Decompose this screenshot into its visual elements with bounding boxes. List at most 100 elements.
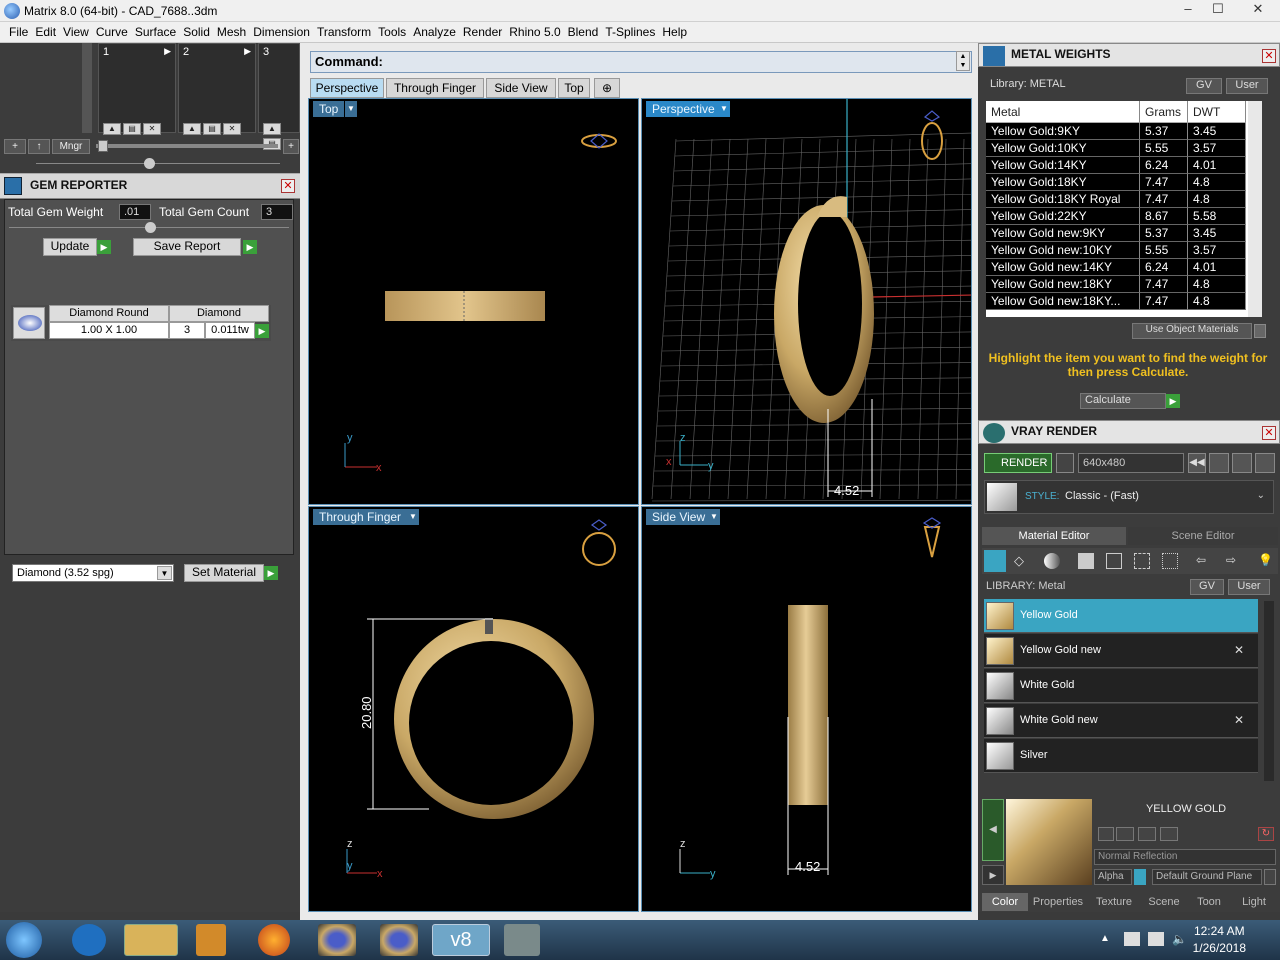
menu-blend[interactable]: Blend bbox=[565, 22, 603, 39]
pattern-tool-icon[interactable] bbox=[1106, 553, 1122, 569]
menu-surface[interactable]: Surface bbox=[132, 22, 180, 39]
clock[interactable]: 12:24 AM 1/26/2018 bbox=[1193, 923, 1246, 957]
save-icon[interactable]: ▤ bbox=[203, 123, 221, 135]
material-item[interactable]: Silver bbox=[984, 739, 1258, 773]
menu-solid[interactable]: Solid bbox=[180, 22, 214, 39]
save-icon[interactable] bbox=[1098, 827, 1114, 841]
close-icon[interactable]: ✕ bbox=[1262, 49, 1276, 63]
column-dwt[interactable]: DWT bbox=[1188, 101, 1246, 123]
network-icon[interactable] bbox=[1148, 932, 1164, 946]
collapse-left-icon[interactable]: ◀ bbox=[982, 799, 1004, 861]
matrix-v8-icon[interactable]: v8 bbox=[432, 924, 490, 956]
table-row[interactable]: Yellow Gold:9KY 5.37 3.45 bbox=[986, 123, 1262, 140]
collapse-icon[interactable] bbox=[145, 222, 156, 233]
internet-explorer-icon[interactable] bbox=[72, 924, 106, 956]
add-icon[interactable]: + bbox=[283, 139, 299, 154]
menu-mesh[interactable]: Mesh bbox=[214, 22, 250, 39]
render-button[interactable]: RENDER bbox=[984, 453, 1052, 473]
play-icon[interactable]: ▶ bbox=[244, 46, 251, 57]
close-icon[interactable]: ✕ bbox=[281, 179, 295, 193]
export-icon[interactable] bbox=[1160, 827, 1178, 841]
ring-app-icon[interactable] bbox=[380, 924, 418, 956]
rewind-icon[interactable]: ◀◀ bbox=[1188, 453, 1206, 473]
tab-scene[interactable]: Scene bbox=[1142, 893, 1186, 911]
collapse-icon[interactable] bbox=[144, 158, 155, 169]
tab-toon[interactable]: Toon bbox=[1188, 893, 1230, 911]
add-layer-button[interactable]: + bbox=[4, 139, 26, 154]
menu-transform[interactable]: Transform bbox=[314, 22, 375, 39]
layer-slot-2[interactable]: 2 ▶ ▲ ▤ ✕ bbox=[178, 43, 256, 135]
volume-icon[interactable]: 🔈 bbox=[1172, 932, 1188, 946]
close-button[interactable]: ✕ bbox=[1236, 0, 1280, 20]
column-grams[interactable]: Grams bbox=[1140, 101, 1188, 123]
viewport-perspective[interactable]: 4.52 y z x Perspective ▼ bbox=[641, 98, 972, 505]
up-icon[interactable]: ▲ bbox=[263, 123, 281, 135]
start-button[interactable] bbox=[6, 922, 42, 958]
table-row[interactable]: Yellow Gold:14KY 6.24 4.01 bbox=[986, 157, 1262, 174]
alpha-toggle[interactable] bbox=[1134, 869, 1146, 885]
export-icon[interactable]: ⇨ bbox=[1226, 553, 1244, 569]
play-icon[interactable]: ▶ bbox=[255, 324, 269, 338]
tab-scene-editor[interactable]: Scene Editor bbox=[1128, 527, 1278, 545]
menu-dimension[interactable]: Dimension bbox=[250, 22, 314, 39]
gem-tool-icon[interactable]: ◇ bbox=[1014, 553, 1030, 569]
metal-table-scrollbar[interactable] bbox=[1248, 101, 1262, 317]
file-explorer-icon[interactable] bbox=[124, 924, 178, 956]
ground-plane-checkbox[interactable] bbox=[1264, 869, 1276, 885]
tab-through-finger[interactable]: Through Finger bbox=[386, 78, 484, 98]
menu-file[interactable]: File bbox=[6, 22, 32, 39]
material-select[interactable]: Diamond (3.52 spg) bbox=[12, 564, 174, 582]
camera-icon[interactable] bbox=[1056, 453, 1074, 473]
settings-grid-icon[interactable] bbox=[1255, 453, 1275, 473]
menu-view[interactable]: View bbox=[60, 22, 93, 39]
material-item[interactable]: White Gold new ✕ bbox=[984, 704, 1258, 738]
menu-edit[interactable]: Edit bbox=[32, 22, 60, 39]
grid-view-icon[interactable] bbox=[1209, 453, 1229, 473]
refresh-icon[interactable]: ↻ bbox=[1258, 827, 1274, 841]
up-icon[interactable]: ▲ bbox=[103, 123, 121, 135]
layer-slider-handle[interactable] bbox=[98, 140, 108, 152]
play-icon[interactable]: ▶ bbox=[97, 240, 111, 254]
layer-scrollbar[interactable] bbox=[82, 43, 92, 133]
save-icon[interactable]: ▤ bbox=[123, 123, 141, 135]
remove-icon[interactable]: ✕ bbox=[1234, 643, 1244, 657]
material-item[interactable]: White Gold bbox=[984, 669, 1258, 703]
import-icon[interactable] bbox=[1138, 827, 1156, 841]
tray-expand-icon[interactable]: ▲ bbox=[1100, 933, 1110, 944]
tab-properties[interactable]: Properties bbox=[1030, 893, 1086, 911]
copy-icon[interactable] bbox=[1116, 827, 1134, 841]
table-row[interactable]: Yellow Gold new:18KY 7.47 4.8 bbox=[986, 276, 1262, 293]
diamond-thumbnail[interactable] bbox=[13, 307, 45, 339]
table-row[interactable]: Yellow Gold new:9KY 5.37 3.45 bbox=[986, 225, 1262, 242]
menu-analyze[interactable]: Analyze bbox=[410, 22, 460, 39]
viewport-top[interactable]: Top ▼ x y bbox=[308, 98, 639, 505]
table-row[interactable]: Yellow Gold:10KY 5.55 3.57 bbox=[986, 140, 1262, 157]
table-row[interactable]: Yellow Gold new:18KY... 7.47 4.8 bbox=[986, 293, 1262, 310]
light-bulb-icon[interactable]: 💡 bbox=[1258, 553, 1274, 569]
firefox-icon[interactable] bbox=[258, 924, 290, 956]
resolution-select[interactable]: 640x480 bbox=[1078, 453, 1184, 473]
table-row[interactable]: Yellow Gold:18KY Royal 7.47 4.8 bbox=[986, 191, 1262, 208]
layer-slot-1[interactable]: 1 ▶ ▲ ▤ ✕ bbox=[98, 43, 176, 135]
expand-icon[interactable]: ▶ bbox=[982, 865, 1004, 885]
material-item[interactable]: Yellow Gold new ✕ bbox=[984, 634, 1258, 668]
viewport-side-view[interactable]: Side View ▼ 4.52 y z bbox=[641, 506, 972, 912]
command-scroll-icon[interactable]: ▲ ▼ bbox=[956, 51, 970, 71]
table-row[interactable]: Yellow Gold:22KY 8.67 5.58 bbox=[986, 208, 1262, 225]
import-icon[interactable]: ⇦ bbox=[1196, 553, 1214, 569]
user-toggle[interactable]: User bbox=[1226, 78, 1268, 94]
tab-top[interactable]: Top bbox=[558, 78, 590, 98]
chevron-down-icon[interactable]: ▼ bbox=[157, 566, 172, 580]
menu-curve[interactable]: Curve bbox=[93, 22, 132, 39]
table-row[interactable]: Yellow Gold:18KY 7.47 4.8 bbox=[986, 174, 1262, 191]
layer-slider[interactable] bbox=[96, 144, 278, 148]
layer-slot-3[interactable]: 3 ▲▤ bbox=[258, 43, 300, 150]
chevron-down-icon[interactable]: ▼ bbox=[718, 101, 730, 117]
texture-tool-icon[interactable] bbox=[1134, 553, 1150, 569]
set-material-button[interactable]: Set Material bbox=[184, 564, 264, 582]
tab-light[interactable]: Light bbox=[1232, 893, 1276, 911]
media-player-icon[interactable] bbox=[196, 924, 226, 956]
ring-app-icon[interactable] bbox=[318, 924, 356, 956]
play-icon[interactable]: ▶ bbox=[1166, 394, 1180, 408]
monitor-app-icon[interactable] bbox=[504, 924, 540, 956]
